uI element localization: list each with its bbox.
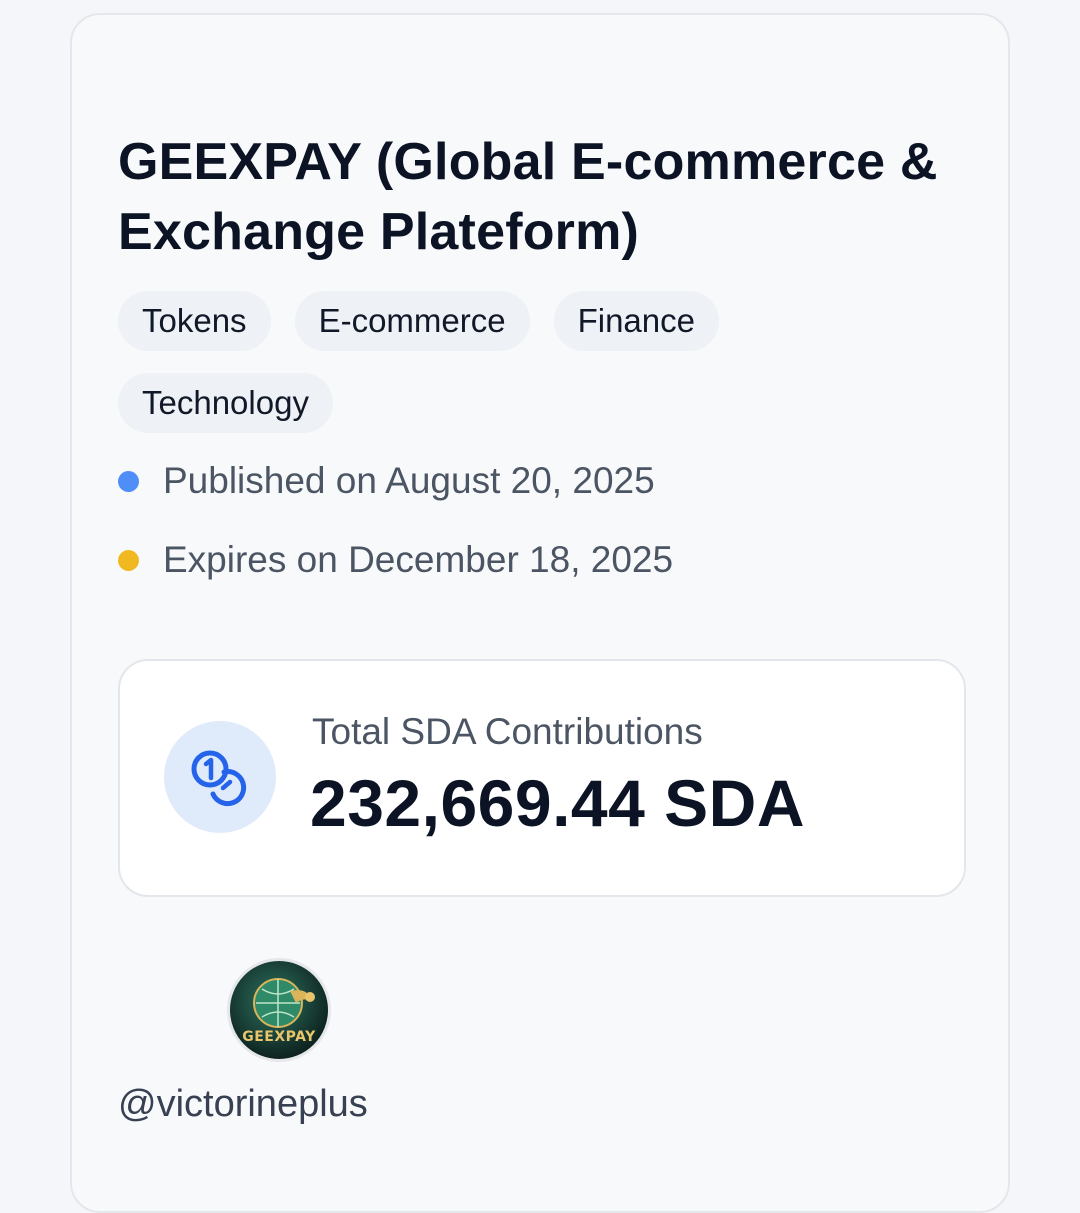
project-card[interactable]: GEEXPAY (Global E-commerce & Exchange Pl… [70,13,1010,1213]
tag-list: Tokens E-commerce Finance Technology [118,291,818,433]
author-avatar[interactable]: GEEXPAY [227,958,331,1062]
contributions-value: 232,669.44 SDA [310,766,806,840]
avatar-brand-text: GEEXPAY [242,1029,316,1045]
expires-status-dot [118,549,139,571]
expires-date: Expires on December 18, 2025 [163,539,674,580]
expires-date-row: Expires on December 18, 2025 [118,539,673,581]
project-title: GEEXPAY (Global E-commerce & Exchange Pl… [118,133,938,261]
contributions-label: Total SDA Contributions [312,711,703,752]
tag-technology[interactable]: Technology [118,373,333,433]
tag-e-commerce[interactable]: E-commerce [294,291,530,351]
tag-finance[interactable]: Finance [553,291,719,351]
contributions-panel: Total SDA Contributions 232,669.44 SDA [118,659,966,897]
coins-icon [191,750,247,807]
published-status-dot [118,470,139,492]
coins-icon-badge [164,721,276,833]
published-date-row: Published on August 20, 2025 [118,460,655,502]
tag-tokens[interactable]: Tokens [118,291,271,351]
author-handle[interactable]: @victorineplus [118,1083,368,1126]
published-date: Published on August 20, 2025 [163,460,655,501]
globe-logo-icon [253,978,315,1028]
